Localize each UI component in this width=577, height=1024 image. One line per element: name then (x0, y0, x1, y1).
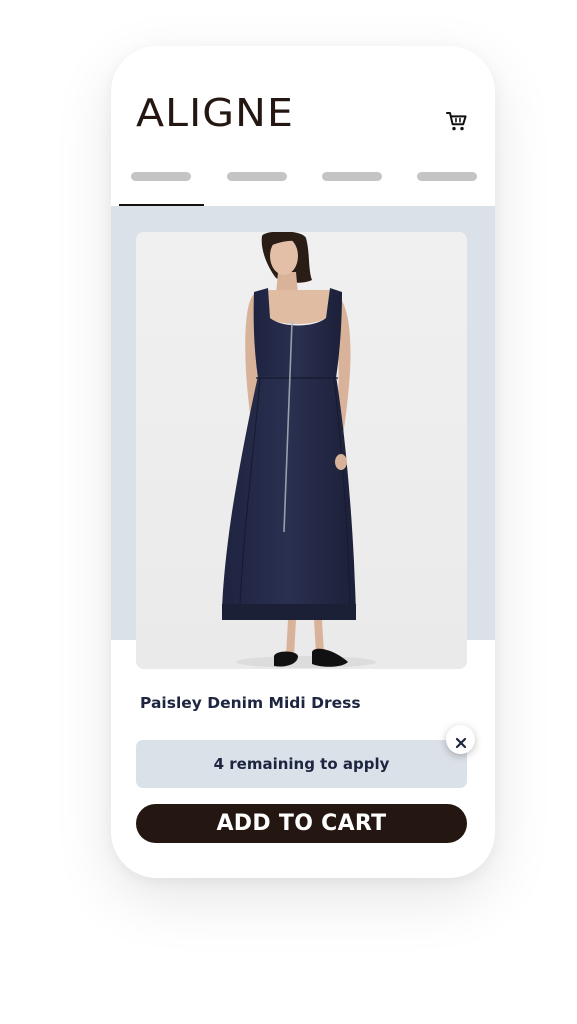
tab-placeholder (322, 172, 382, 181)
close-icon (455, 734, 467, 748)
remaining-status-bar: 4 remaining to apply (136, 740, 467, 788)
tab-bar (111, 164, 495, 207)
product-image[interactable] (136, 232, 467, 669)
tab-2[interactable] (215, 164, 300, 206)
add-to-cart-button[interactable]: ADD TO CART (136, 804, 467, 843)
tab-3[interactable] (310, 164, 395, 206)
tab-4[interactable] (405, 164, 490, 206)
tab-placeholder (131, 172, 191, 181)
tab-placeholder (417, 172, 477, 181)
tab-placeholder (227, 172, 287, 181)
tab-1[interactable] (119, 164, 204, 207)
stage: ALIGNE Paisley Denim Midi Dress 4 remain… (0, 0, 577, 1024)
phone-frame: ALIGNE Paisley Denim Midi Dress 4 remain… (111, 46, 495, 878)
product-name: Paisley Denim Midi Dress (140, 694, 361, 712)
close-button[interactable] (446, 725, 475, 754)
cart-icon[interactable] (445, 110, 469, 134)
remaining-label: 4 remaining to apply (213, 755, 390, 773)
brand-logo: ALIGNE (136, 91, 294, 135)
